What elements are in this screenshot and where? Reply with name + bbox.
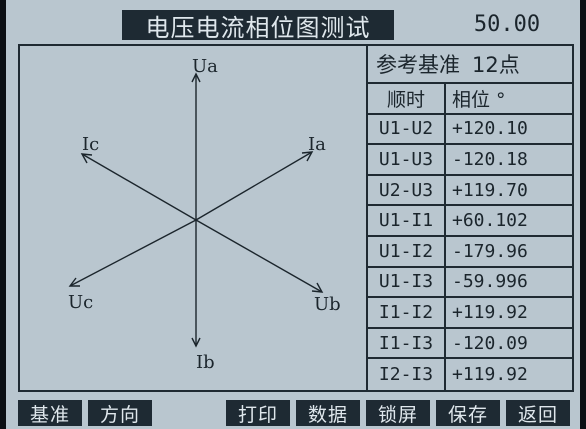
reference-label: 参考基准 — [376, 53, 460, 77]
row-pair: U1-I2 — [368, 237, 446, 268]
column-header-phase: 相位 ° — [446, 84, 572, 115]
row-value: +120.10 — [446, 115, 572, 146]
page-title: 电压电流相位图测试 — [122, 10, 394, 42]
row-pair: I1-I2 — [368, 298, 446, 329]
reference-value: 12点 — [472, 53, 520, 77]
row-value: -179.96 — [446, 237, 572, 268]
row-pair: U1-U3 — [368, 145, 446, 176]
lock-screen-softkey[interactable]: 锁屏 — [366, 400, 430, 426]
softkey-bar: 基准 方向 打印 数据 锁屏 保存 返回 — [6, 398, 580, 429]
uc-label: Uc — [68, 292, 93, 313]
data-softkey[interactable]: 数据 — [296, 400, 360, 426]
save-softkey[interactable]: 保存 — [436, 400, 500, 426]
row-value: +119.92 — [446, 298, 572, 329]
back-softkey[interactable]: 返回 — [506, 400, 570, 426]
phase-table: 顺时 相位 ° U1-U2 +120.10 U1-U3 -120.18 U2-U… — [368, 84, 572, 390]
reference-row: 参考基准 12点 — [368, 46, 572, 84]
ua-label: Ua — [192, 56, 218, 77]
row-pair: I1-I3 — [368, 328, 446, 360]
row-pair: I2-I3 — [368, 359, 446, 390]
ic-phasor-line — [81, 153, 197, 221]
ib-label: Ib — [196, 352, 215, 373]
row-pair: U1-I1 — [368, 206, 446, 237]
phasor-diagram: Ua Ia Ic Ub Uc Ib — [68, 56, 341, 373]
phasor-diagram-panel: Ua Ia Ic Ub Uc Ib — [18, 44, 368, 392]
ub-label: Ub — [314, 294, 341, 315]
reference-softkey[interactable]: 基准 — [18, 400, 82, 426]
device-screen: 电压电流相位图测试 50.00 Ua Ia Ic Ub Uc Ib 参考基准 1… — [6, 0, 580, 429]
frequency-readout: 50.00 — [473, 11, 541, 37]
row-pair: U2-U3 — [368, 175, 446, 207]
row-pair: U1-U2 — [368, 114, 446, 146]
direction-softkey[interactable]: 方向 — [88, 400, 152, 426]
phase-table-panel: 参考基准 12点 顺时 相位 ° U1-U2 +120.10 U1-U3 -12… — [366, 44, 574, 392]
row-value: -120.18 — [446, 145, 572, 176]
ub-phasor-line — [195, 219, 323, 293]
uc-phasor-line — [69, 219, 197, 287]
row-value: -59.996 — [446, 268, 572, 299]
ia-label: Ia — [308, 134, 326, 155]
row-value: +119.92 — [452, 364, 528, 386]
row-value: +60.102 — [446, 206, 572, 237]
row-pair: U1-I3 — [368, 267, 446, 299]
ia-phasor-line — [195, 151, 313, 221]
print-softkey[interactable]: 打印 — [226, 400, 290, 426]
ic-label: Ic — [82, 134, 99, 155]
column-header-direction: 顺时 — [368, 84, 446, 115]
row-value: +119.70 — [446, 176, 572, 207]
row-value: -120.09 — [446, 329, 572, 360]
